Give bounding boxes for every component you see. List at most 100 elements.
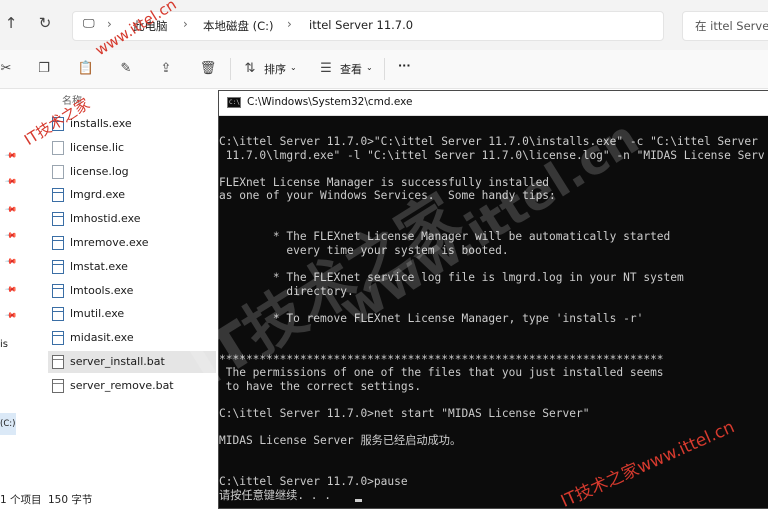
view-button[interactable]: 查看 xyxy=(340,61,362,77)
search-input[interactable]: 在 ittel Server xyxy=(682,11,768,41)
console-line: * The FLEXnet service log file is lmgrd.… xyxy=(219,271,684,284)
toolbar-divider xyxy=(230,58,231,80)
file-name: server_install.bat xyxy=(70,355,165,368)
chevron-down-icon: ⌄ xyxy=(290,63,297,72)
breadcrumb-local-disk[interactable]: 本地磁盘 (C:) xyxy=(203,18,274,34)
view-icon[interactable]: ☰ xyxy=(316,59,336,79)
file-row[interactable]: license.lic xyxy=(48,137,216,159)
file-row[interactable]: server_remove.bat xyxy=(48,375,216,397)
file-name: license.lic xyxy=(70,140,125,154)
nav-item-c-drive-label: (C:) xyxy=(0,419,16,429)
file-row[interactable]: lmhostid.exe xyxy=(48,208,216,230)
console-line: to have the correct settings. xyxy=(219,379,422,393)
pin-icon: 📌 xyxy=(4,148,18,163)
console-line: MIDAS License Server 服务已经启动成功。 xyxy=(219,434,462,448)
sort-button[interactable]: 排序 xyxy=(264,61,286,77)
file-row[interactable]: lmgrd.exe xyxy=(48,184,216,206)
chevron-right-icon: › xyxy=(107,17,112,31)
cmd-console-output: C:\ittel Server 11.7.0>"C:\ittel Server … xyxy=(219,121,768,508)
delete-icon[interactable]: 🗑 xyxy=(198,59,218,79)
document-file-icon xyxy=(52,164,64,179)
up-arrow-icon[interactable]: ↑ xyxy=(0,12,22,34)
application-file-icon xyxy=(52,283,64,298)
status-bar: 1 个项目 150 字节 xyxy=(0,489,218,509)
console-line: 请按任意键继续. . . xyxy=(219,488,338,502)
console-line: ****************************************… xyxy=(219,352,664,366)
file-row[interactable]: installs.exe xyxy=(48,113,216,135)
console-line: * To remove FLEXnet License Manager, typ… xyxy=(219,311,644,325)
file-name: license.log xyxy=(70,164,129,178)
column-header-name[interactable]: 名称 xyxy=(62,92,82,107)
console-line: C:\ittel Server 11.7.0>pause xyxy=(219,475,408,488)
application-file-icon xyxy=(52,307,64,322)
console-line: FLEXnet License Manager is successfully … xyxy=(219,175,550,189)
pin-icon: 📌 xyxy=(4,254,18,269)
paste-icon[interactable]: 📋 xyxy=(76,59,96,79)
nav-item-cut-label[interactable]: is xyxy=(0,339,8,350)
file-row[interactable]: lmtools.exe xyxy=(48,280,216,302)
file-row[interactable]: server_install.bat xyxy=(48,351,216,373)
file-row[interactable]: license.log xyxy=(48,161,216,183)
file-row[interactable]: lmstat.exe xyxy=(48,256,216,278)
sort-icon[interactable]: ⇅ xyxy=(240,59,260,79)
file-name: lmremove.exe xyxy=(70,236,149,249)
refresh-icon[interactable]: ↻ xyxy=(34,12,56,34)
document-file-icon xyxy=(52,140,64,155)
console-line: C:\ittel Server 11.7.0>net start "MIDAS … xyxy=(219,407,590,420)
breadcrumb[interactable]: 🖵 › 此电脑 › 本地磁盘 (C:) › ittel Server 11.7.… xyxy=(72,11,664,41)
pin-icon: 📌 xyxy=(4,228,18,243)
pin-icon: 📌 xyxy=(4,174,18,189)
file-name: server_remove.bat xyxy=(70,378,174,392)
file-name: installs.exe xyxy=(70,117,132,130)
breadcrumb-current-folder[interactable]: ittel Server 11.7.0 xyxy=(309,18,413,32)
monitor-icon: 🖵 xyxy=(83,16,95,30)
breadcrumb-this-pc[interactable]: 此电脑 xyxy=(133,18,168,34)
console-line: The permissions of one of the files that… xyxy=(219,366,664,380)
cmd-icon: C:\ xyxy=(227,97,241,108)
more-options-button[interactable]: ··· xyxy=(398,59,411,72)
console-line: as one of your Windows Services. Some ha… xyxy=(219,189,556,203)
file-name: lmhostid.exe xyxy=(70,212,141,226)
application-file-icon xyxy=(52,236,64,250)
chevron-down-icon: ⌄ xyxy=(366,63,373,72)
pin-icon: 📌 xyxy=(4,308,18,323)
pin-icon: 📌 xyxy=(4,202,18,217)
console-line: directory. xyxy=(219,284,354,298)
batch-file-icon xyxy=(52,355,64,369)
console-line: * The FLEXnet License Manager will be au… xyxy=(219,230,671,244)
batch-file-icon xyxy=(52,378,64,393)
search-placeholder: 在 ittel Server xyxy=(695,19,768,33)
cut-icon[interactable]: ✂ xyxy=(0,59,16,79)
cmd-window[interactable]: C:\ C:\Windows\System32\cmd.exe C:\ittel… xyxy=(218,90,768,509)
console-line: every time your system is booted. xyxy=(219,243,509,257)
chevron-right-icon: › xyxy=(287,17,292,31)
status-selection-size: 150 字节 xyxy=(48,494,93,506)
application-file-icon xyxy=(52,117,64,131)
copy-icon[interactable]: ❐ xyxy=(34,59,54,79)
console-cursor xyxy=(355,498,362,502)
application-file-icon xyxy=(52,331,64,346)
file-name: lmgrd.exe xyxy=(70,188,126,202)
application-file-icon xyxy=(52,212,64,227)
file-list: 名称 installs.exe license.lic license.log lmg… xyxy=(18,89,218,489)
file-name: midasit.exe xyxy=(70,331,134,345)
chevron-right-icon: › xyxy=(183,17,188,31)
rename-icon[interactable]: ✎ xyxy=(116,59,136,79)
cmd-title-bar[interactable]: C:\ C:\Windows\System32\cmd.exe xyxy=(219,91,768,116)
navigation-pane: 📌 📌 📌 📌 📌 📌 📌 is (C:) xyxy=(0,89,19,509)
address-bar: ↑ ↻ 🖵 › 此电脑 › 本地磁盘 (C:) › ittel Server 1… xyxy=(0,0,768,50)
file-row[interactable]: lmremove.exe xyxy=(48,232,216,254)
toolbar-divider xyxy=(384,58,385,80)
cmd-title: C:\Windows\System32\cmd.exe xyxy=(247,96,413,108)
console-line: C:\ittel Server 11.7.0>"C:\ittel Server … xyxy=(219,135,758,148)
nav-item-c-drive[interactable]: (C:) xyxy=(0,413,16,435)
console-line: 11.7.0\lmgrd.exe" -l "C:\ittel Server 11… xyxy=(219,148,765,162)
command-bar: ✂ ❐ 📋 ✎ ⇪ 🗑 ⇅ 排序 ⌄ ☰ 查看 ⌄ ··· xyxy=(0,50,768,89)
file-row[interactable]: lmutil.exe xyxy=(48,303,216,325)
application-file-icon xyxy=(52,259,64,274)
file-row[interactable]: midasit.exe xyxy=(48,327,216,349)
status-item-count: 1 个项目 xyxy=(0,494,42,506)
file-name: lmstat.exe xyxy=(70,259,128,273)
pin-icon: 📌 xyxy=(4,282,18,297)
share-icon[interactable]: ⇪ xyxy=(156,59,176,79)
